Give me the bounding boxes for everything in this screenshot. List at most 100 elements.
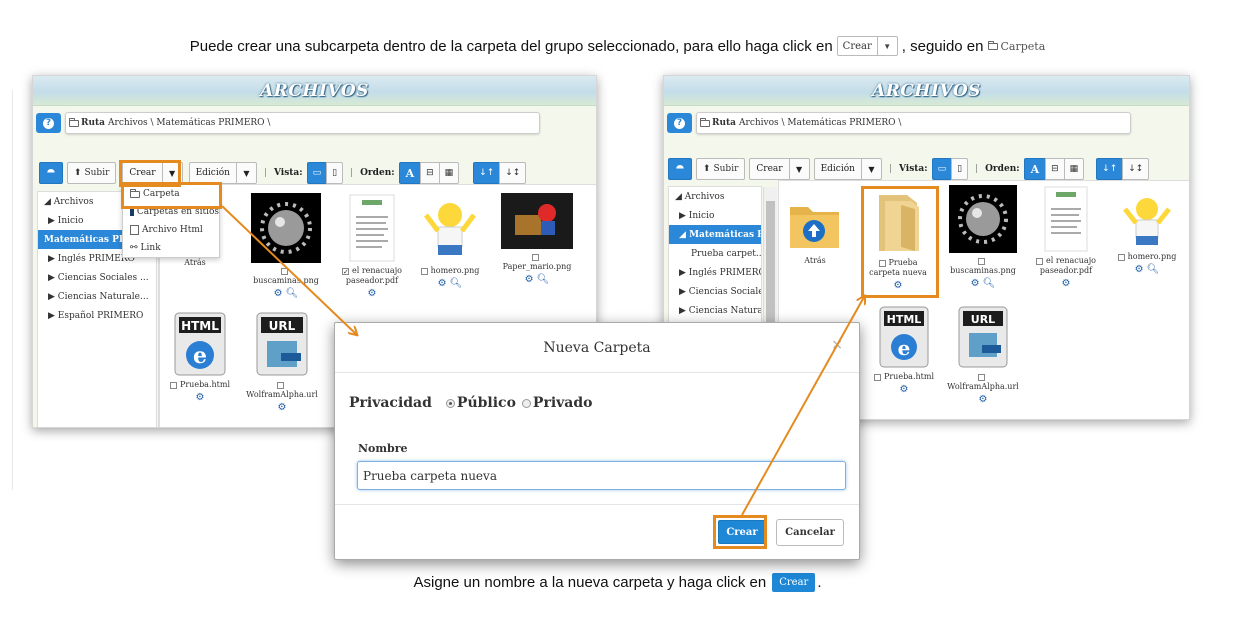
search-icon[interactable]: 🔍︎ — [1147, 264, 1160, 275]
create-button[interactable]: Crear ▼ — [749, 158, 810, 180]
order-size-button[interactable]: ⊟ — [420, 162, 440, 184]
file-checkbox[interactable] — [420, 267, 428, 275]
create-button[interactable]: Crear ▼ — [122, 162, 183, 184]
sort-desc-button[interactable]: ↓↕ — [1122, 158, 1150, 180]
folder-icon — [879, 195, 919, 251]
file-checkbox[interactable] — [277, 381, 284, 389]
caret-right-icon: ▶ — [48, 253, 58, 264]
file-checkbox[interactable] — [1117, 253, 1125, 261]
file-item-prueba-carpeta[interactable]: Prueba carpeta nueva ⚙ — [865, 189, 931, 291]
tree-item-naturales[interactable]: ▶ Ciencias Natura... — [669, 301, 761, 320]
gear-icon[interactable]: ⚙ — [971, 278, 980, 289]
gear-icon[interactable]: ⚙ — [525, 274, 534, 285]
order-alpha-button[interactable]: A — [1023, 158, 1047, 180]
file-actions: ⚙ — [894, 280, 903, 291]
create-folder-button[interactable]: Crear — [718, 520, 766, 544]
edit-button[interactable]: Edición ▼ — [813, 158, 882, 180]
caret-right-icon: ▶ — [48, 291, 58, 302]
file-checkbox[interactable] — [341, 267, 349, 275]
privacy-public-option[interactable]: Público — [445, 395, 516, 411]
privacy-private-option[interactable]: Privado — [521, 395, 592, 411]
gear-icon[interactable]: ⚙ — [1135, 264, 1144, 275]
search-icon[interactable]: 🔍︎ — [983, 278, 996, 289]
gear-icon[interactable]: ⚙ — [894, 280, 903, 291]
drive-icon: ⊟ — [1051, 164, 1059, 174]
tree-item-sociales[interactable]: ▶ Ciencias Sociales ... — [38, 268, 156, 287]
file-checkbox[interactable] — [531, 253, 539, 261]
search-icon[interactable]: 🔍︎ — [286, 288, 299, 299]
file-item-atras[interactable]: Atrás — [779, 193, 851, 266]
tree-item-inicio[interactable]: ▶ Inicio — [669, 206, 761, 225]
gear-icon[interactable]: ⚙ — [274, 288, 283, 299]
file-item-prueba-html[interactable]: HTML e Prueba.html ⚙ — [869, 305, 939, 395]
desktop-view-button[interactable]: ▭ — [931, 158, 953, 180]
gear-icon[interactable]: ⚙ — [979, 394, 988, 405]
toolbar-separator: | — [350, 168, 354, 178]
folder-name-input[interactable] — [357, 461, 846, 490]
radio-public[interactable] — [445, 398, 455, 408]
order-date-button[interactable]: ▦ — [438, 162, 460, 184]
file-checkbox[interactable] — [978, 257, 985, 265]
tree-item-sociales[interactable]: ▶ Ciencias Sociale... — [669, 282, 761, 301]
file-checkbox[interactable] — [1035, 257, 1043, 265]
tree-view-button[interactable]: ⯊ — [668, 158, 692, 180]
help-button[interactable]: ? — [667, 113, 692, 133]
route-row: ? Ruta Archivos \ Matemáticas PRIMERO \ — [33, 106, 596, 134]
sort-asc-button[interactable]: ↓↑ — [1096, 158, 1124, 180]
menu-item-carpetas-sitios[interactable]: Carpetas en sitios — [123, 203, 219, 221]
file-item-buscaminas[interactable]: buscaminas.png ⚙ 🔍︎ — [248, 193, 324, 299]
order-size-button[interactable]: ⊟ — [1045, 158, 1065, 180]
search-icon[interactable]: 🔍︎ — [450, 278, 463, 289]
gear-icon[interactable]: ⚙ — [900, 384, 909, 395]
radio-private[interactable] — [521, 398, 531, 408]
upload-icon: ⬆ — [702, 164, 711, 174]
file-name: Atrás — [804, 256, 826, 265]
svg-text:HTML: HTML — [887, 313, 922, 326]
gear-icon[interactable]: ⚙ — [196, 392, 205, 403]
menu-item-link[interactable]: ⚯ Link — [123, 239, 219, 257]
file-item-buscaminas[interactable]: buscaminas.png ⚙ 🔍︎ — [945, 185, 1021, 289]
cancel-button[interactable]: Cancelar — [776, 519, 844, 546]
sort-asc-button[interactable]: ↓↑ — [473, 162, 501, 184]
tree-item-matematicas[interactable]: ◢ Matemáticas P... — [669, 225, 761, 244]
file-item-wolfram[interactable]: URL WolframAlpha.url ⚙ — [244, 311, 320, 413]
tree-item-archivos[interactable]: ◢ Archivos — [669, 187, 761, 206]
file-item-prueba-html[interactable]: HTML e Prueba.html ⚙ — [160, 311, 240, 403]
tree-item-prueba-carpeta[interactable]: Prueba carpet... — [669, 244, 761, 263]
help-button[interactable]: ? — [36, 113, 61, 133]
menu-item-carpeta[interactable]: Carpeta — [123, 185, 219, 203]
close-icon[interactable]: × — [831, 337, 843, 353]
menu-item-archivo-html[interactable]: Archivo Html — [123, 221, 219, 239]
sort-desc-button[interactable]: ↓↕ — [499, 162, 527, 184]
order-date-button[interactable]: ▦ — [1063, 158, 1085, 180]
tree-item-ingles[interactable]: ▶ Inglés PRIMERO — [669, 263, 761, 282]
gear-icon[interactable]: ⚙ — [1062, 278, 1071, 289]
tree-item-naturales[interactable]: ▶ Ciencias Naturale... — [38, 287, 156, 306]
upload-button[interactable]: ⬆ Subir — [66, 162, 117, 184]
edit-button[interactable]: Edición ▼ — [188, 162, 257, 184]
upload-button[interactable]: ⬆ Subir — [695, 158, 746, 180]
mobile-view-button[interactable]: ▯ — [951, 158, 969, 180]
file-item-renacuajo[interactable]: el renacuajo paseador.pdf ⚙ — [334, 193, 410, 299]
mobile-view-button[interactable]: ▯ — [326, 162, 344, 184]
file-item-homero[interactable]: homero.png ⚙ 🔍︎ — [1109, 189, 1185, 275]
gear-icon[interactable]: ⚙ — [278, 402, 287, 413]
desktop-view-button[interactable]: ▭ — [306, 162, 328, 184]
order-alpha-button[interactable]: A — [398, 162, 422, 184]
top-instruction: Puede crear una subcarpeta dentro de la … — [0, 36, 1235, 56]
file-checkbox[interactable] — [878, 259, 886, 267]
search-icon[interactable]: 🔍︎ — [537, 274, 550, 285]
file-checkbox[interactable] — [169, 381, 177, 389]
gear-icon[interactable]: ⚙ — [438, 278, 447, 289]
file-checkbox[interactable] — [978, 373, 985, 381]
file-item-wolfram[interactable]: URL WolframAlpha.url ⚙ — [945, 305, 1021, 405]
tree-view-button[interactable]: ⯊ — [39, 162, 63, 184]
file-item-renacuajo[interactable]: el renacuajo paseador.pdf ⚙ — [1031, 185, 1101, 289]
tree-item-espanol[interactable]: ▶ Español PRIMERO — [38, 306, 156, 325]
file-checkbox[interactable] — [281, 267, 288, 275]
file-item-paper-mario[interactable]: Paper_mario.png ⚙ 🔍︎ — [494, 193, 580, 285]
file-checkbox[interactable] — [873, 373, 881, 381]
gear-icon[interactable]: ⚙ — [368, 288, 377, 299]
file-item-homero[interactable]: homero.png ⚙ 🔍︎ — [410, 193, 490, 289]
pdf-document-icon — [1044, 186, 1088, 252]
